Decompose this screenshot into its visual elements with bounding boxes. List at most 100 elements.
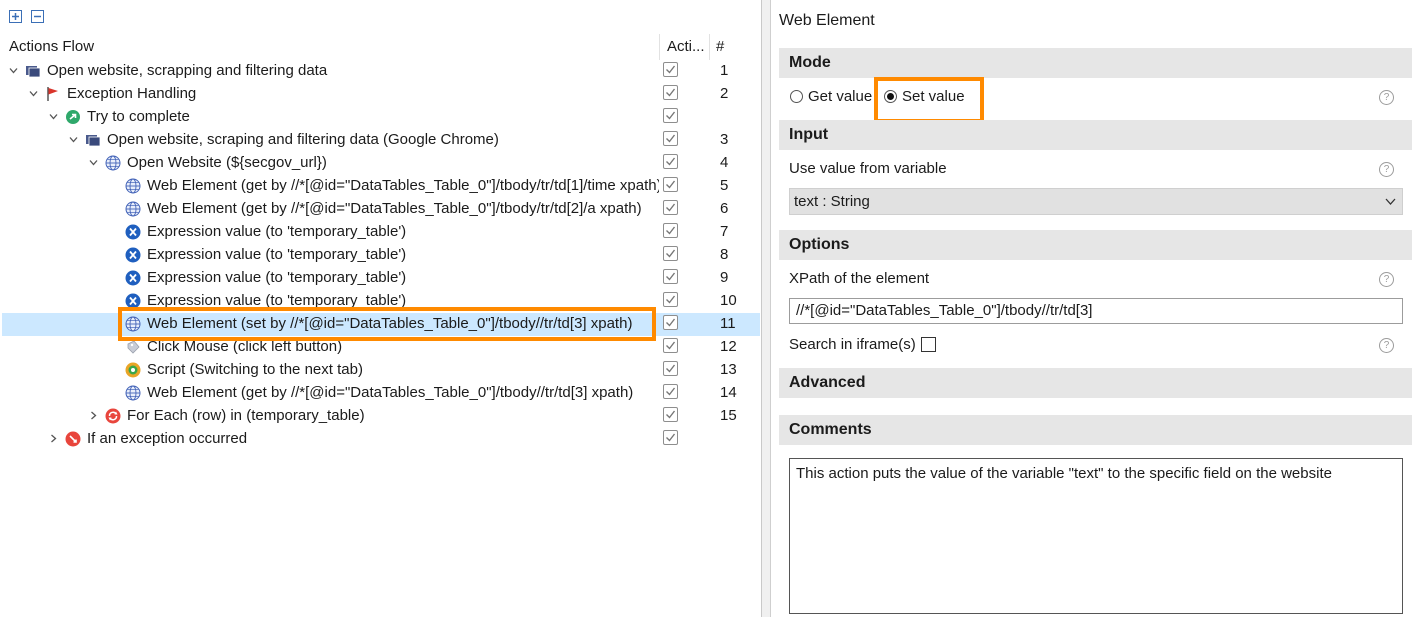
properties-panel: Web Element Mode Get value Set value ? I… [770, 0, 1418, 617]
column-header-actions-flow[interactable]: Actions Flow [9, 36, 94, 58]
tree-row[interactable]: Expression value (to 'temporary_table') 7 [2, 221, 760, 244]
tree-row[interactable]: Open website, scrapping and filtering da… [2, 60, 760, 83]
active-checkbox[interactable] [663, 430, 678, 445]
row-number: 11 [720, 315, 736, 332]
tree-row-label: Open Website (${secgov_url}) [127, 154, 327, 171]
window-icon [25, 63, 41, 79]
tree-row[interactable]: If an exception occurred [2, 428, 760, 451]
tree-row[interactable]: Script (Switching to the next tab) 13 [2, 359, 760, 382]
exception-icon [65, 431, 81, 447]
tree-row-label: Web Element (get by //*[@id="DataTables_… [147, 200, 642, 217]
chevron-down-icon[interactable] [69, 135, 78, 144]
active-checkbox[interactable] [663, 85, 678, 100]
column-separator [709, 34, 710, 60]
tree-row-label: Web Element (set by //*[@id="DataTables_… [147, 315, 633, 332]
tree-row[interactable]: Open Website (${secgov_url}) 4 [2, 152, 760, 175]
tree-row[interactable]: Web Element (set by //*[@id="DataTables_… [2, 313, 760, 336]
active-checkbox[interactable] [663, 292, 678, 307]
row-number: 12 [720, 338, 737, 355]
set-value-radio[interactable] [884, 90, 897, 103]
section-advanced-header[interactable]: Advanced [779, 368, 1412, 398]
section-comments-header[interactable]: Comments [779, 415, 1412, 445]
tree-row[interactable]: Expression value (to 'temporary_table') 8 [2, 244, 760, 267]
tree-row[interactable]: Expression value (to 'temporary_table') 1… [2, 290, 760, 313]
tree-row[interactable]: For Each (row) in (temporary_table) 15 [2, 405, 760, 428]
tree-row[interactable]: Exception Handling 2 [2, 83, 760, 106]
comments-textarea[interactable]: This action puts the value of the variab… [789, 458, 1403, 614]
globe-icon [125, 178, 141, 194]
globe-icon [105, 155, 121, 171]
tree-row[interactable]: Web Element (get by //*[@id="DataTables_… [2, 198, 760, 221]
active-checkbox[interactable] [663, 131, 678, 146]
section-options-header[interactable]: Options [779, 230, 1412, 260]
chevron-down-icon[interactable] [9, 66, 18, 75]
chevron-right-icon[interactable] [89, 411, 98, 420]
row-number: 15 [720, 407, 737, 424]
xpath-input[interactable]: //*[@id="DataTables_Table_0"]/tbody//tr/… [789, 298, 1403, 324]
tree-row[interactable]: Expression value (to 'temporary_table') 9 [2, 267, 760, 290]
active-checkbox[interactable] [663, 361, 678, 376]
tree-row-label: Open website, scrapping and filtering da… [47, 62, 328, 79]
tree-row-label: Exception Handling [67, 85, 197, 102]
chevron-down-icon[interactable] [89, 158, 98, 167]
tree-row[interactable]: Click Mouse (click left button) 12 [2, 336, 760, 359]
row-number: 9 [720, 269, 729, 286]
tree-row-label: Web Element (get by //*[@id="DataTables_… [147, 384, 634, 401]
tree-row[interactable]: Try to complete [2, 106, 760, 129]
tree-row-label: Expression value (to 'temporary_table') [147, 246, 407, 263]
row-number: 13 [720, 361, 737, 378]
window-icon [85, 132, 101, 148]
active-checkbox[interactable] [663, 407, 678, 422]
active-checkbox[interactable] [663, 62, 678, 77]
tree-row[interactable]: Web Element (get by //*[@id="DataTables_… [2, 175, 760, 198]
script-icon [125, 362, 141, 378]
active-checkbox[interactable] [663, 315, 678, 330]
help-icon[interactable]: ? [1379, 272, 1394, 287]
tree-row[interactable]: Web Element (get by //*[@id="DataTables_… [2, 382, 760, 405]
variable-select[interactable]: text : String [789, 188, 1403, 215]
help-icon[interactable]: ? [1379, 90, 1394, 105]
tree-row-label: If an exception occurred [87, 430, 248, 447]
active-checkbox[interactable] [663, 108, 678, 123]
section-input-header[interactable]: Input [779, 120, 1412, 150]
active-checkbox[interactable] [663, 338, 678, 353]
section-mode-header[interactable]: Mode [779, 48, 1412, 78]
active-checkbox[interactable] [663, 269, 678, 284]
tree-row-label: Script (Switching to the next tab) [147, 361, 363, 378]
help-icon[interactable]: ? [1379, 162, 1394, 177]
active-checkbox[interactable] [663, 384, 678, 399]
row-number: 7 [720, 223, 729, 240]
column-separator [659, 34, 660, 60]
chevron-down-icon[interactable] [49, 112, 58, 121]
xpath-label: XPath of the element [789, 270, 930, 287]
column-header-active[interactable]: Acti... [667, 36, 705, 58]
search-iframe-checkbox[interactable] [921, 337, 936, 352]
tree-row-label: Click Mouse (click left button) [147, 338, 343, 355]
active-checkbox[interactable] [663, 223, 678, 238]
help-icon[interactable]: ? [1379, 338, 1394, 353]
row-number: 3 [720, 131, 729, 148]
expand-all-icon[interactable] [9, 10, 22, 23]
active-checkbox[interactable] [663, 246, 678, 261]
try-icon [65, 109, 81, 125]
globe-icon [125, 316, 141, 332]
get-value-radio[interactable] [790, 90, 803, 103]
chevron-down-icon[interactable] [29, 89, 38, 98]
tree-row-label: Expression value (to 'temporary_table') [147, 269, 407, 286]
active-checkbox[interactable] [663, 200, 678, 215]
column-header-number[interactable]: # [716, 36, 724, 58]
row-number: 8 [720, 246, 729, 263]
expression-icon [125, 270, 141, 286]
active-checkbox[interactable] [663, 177, 678, 192]
panel-splitter[interactable] [762, 0, 770, 617]
row-number: 10 [720, 292, 737, 309]
actions-flow-panel: Actions Flow Acti... # Open website, scr… [0, 0, 762, 617]
chevron-down-icon [1385, 198, 1396, 205]
tree-row-label: Try to complete [87, 108, 190, 125]
collapse-all-icon[interactable] [31, 10, 44, 23]
variable-select-value: text : String [794, 193, 870, 210]
tree-row[interactable]: Open website, scraping and filtering dat… [2, 129, 760, 152]
chevron-right-icon[interactable] [49, 434, 58, 443]
expression-icon [125, 247, 141, 263]
active-checkbox[interactable] [663, 154, 678, 169]
